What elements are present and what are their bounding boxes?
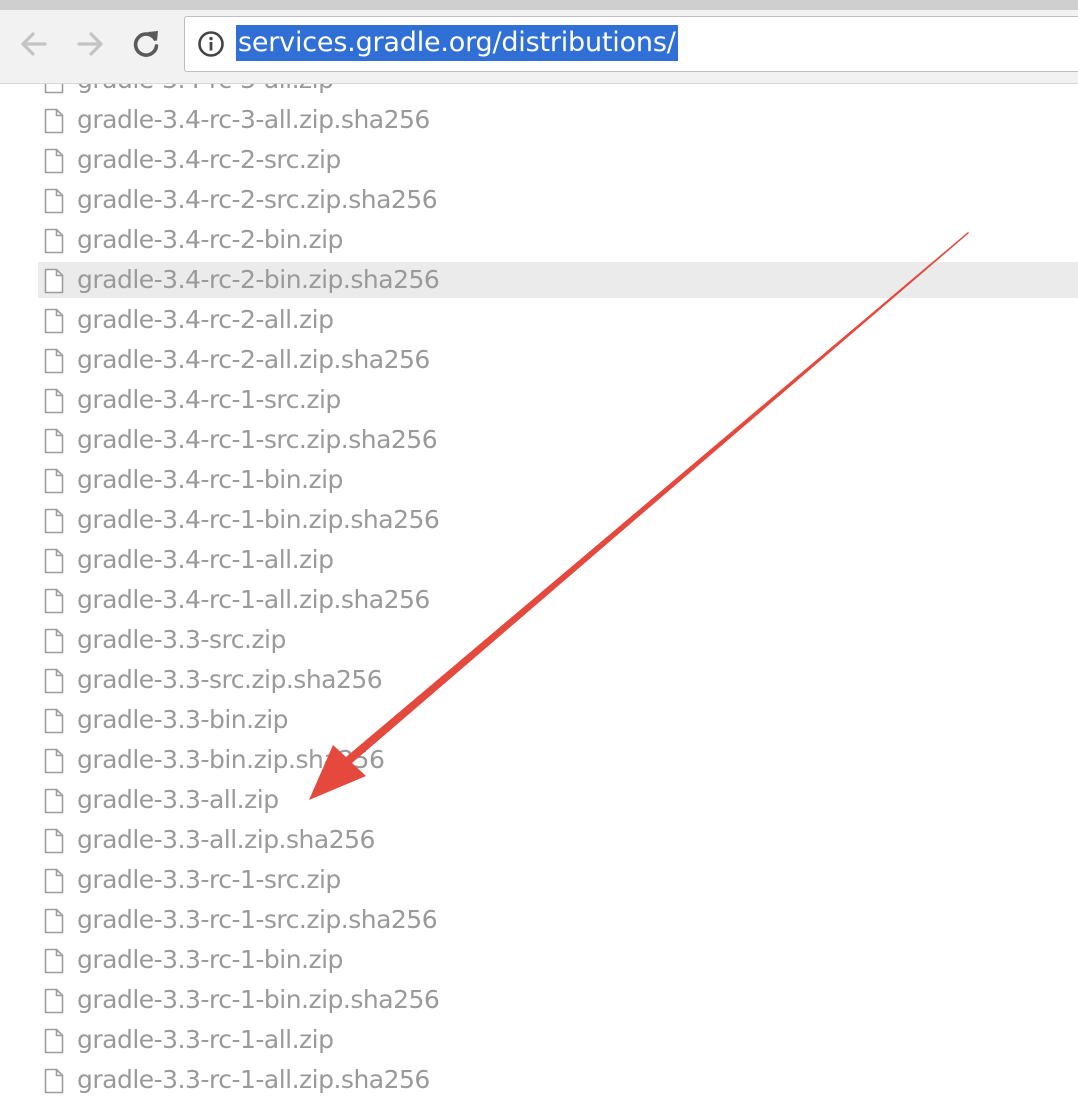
file-icon xyxy=(44,908,64,934)
file-row[interactable]: gradle-3.3-rc-1-src.zip.sha256 xyxy=(0,900,1078,940)
file-icon xyxy=(44,828,64,854)
file-icon xyxy=(44,468,64,494)
back-button[interactable] xyxy=(14,24,54,64)
file-row[interactable]: gradle-3.3-all.zip.sha256 xyxy=(0,820,1078,860)
file-icon xyxy=(44,668,64,694)
file-row[interactable]: gradle-3.4-rc-2-src.zip.sha256 xyxy=(0,180,1078,220)
file-link[interactable]: gradle-3.4-rc-1-bin.zip xyxy=(77,464,343,496)
file-icon xyxy=(44,788,64,814)
file-icon xyxy=(44,708,64,734)
file-icon xyxy=(44,1068,64,1094)
file-link[interactable]: gradle-3.4-rc-1-all.zip xyxy=(77,544,334,576)
file-link[interactable]: gradle-3.3-all.zip xyxy=(77,784,279,816)
url-text[interactable]: services.gradle.org/distributions/ xyxy=(236,25,678,61)
file-icon xyxy=(44,308,64,334)
file-icon xyxy=(44,84,64,94)
reload-icon xyxy=(133,31,159,57)
file-row[interactable]: gradle-3.3-src.zip xyxy=(0,620,1078,660)
file-icon xyxy=(44,628,64,654)
file-link[interactable]: gradle-3.3-bin.zip xyxy=(77,704,289,736)
file-icon xyxy=(44,588,64,614)
file-row[interactable]: gradle-3.3-bin.zip.sha256 xyxy=(0,740,1078,780)
file-row[interactable]: gradle-3.4-rc-3-all.zip xyxy=(0,84,1078,100)
file-link[interactable]: gradle-3.3-rc-1-src.zip.sha256 xyxy=(77,904,438,936)
file-icon xyxy=(44,228,64,254)
file-link[interactable]: gradle-3.4-rc-1-src.zip xyxy=(77,384,341,416)
file-link[interactable]: gradle-3.4-rc-2-all.zip xyxy=(77,304,334,336)
file-link[interactable]: gradle-3.4-rc-2-bin.zip.sha256 xyxy=(77,264,440,296)
file-row[interactable]: gradle-3.4-rc-1-bin.zip xyxy=(0,460,1078,500)
file-link[interactable]: gradle-3.3-rc-1-bin.zip.sha256 xyxy=(77,984,440,1016)
file-icon xyxy=(44,388,64,414)
file-row[interactable]: gradle-3.4-rc-2-all.zip xyxy=(0,300,1078,340)
file-row[interactable]: gradle-3.3-rc-1-all.zip xyxy=(0,1020,1078,1060)
file-row[interactable]: gradle-3.3-bin.zip xyxy=(0,700,1078,740)
file-row[interactable]: gradle-3.3-rc-1-src.zip xyxy=(0,860,1078,900)
file-row[interactable]: gradle-3.3-rc-1-all.zip.sha256 xyxy=(0,1060,1078,1100)
forward-button[interactable] xyxy=(70,24,110,64)
file-icon xyxy=(44,108,64,134)
file-row[interactable]: gradle-3.4-rc-3-all.zip.sha256 xyxy=(0,100,1078,140)
file-link[interactable]: gradle-3.3-src.zip xyxy=(77,624,286,656)
address-bar[interactable]: services.gradle.org/distributions/ xyxy=(184,16,1078,72)
file-icon xyxy=(44,188,64,214)
file-icon xyxy=(44,268,64,294)
file-link[interactable]: gradle-3.4-rc-2-src.zip xyxy=(77,144,341,176)
file-icon xyxy=(44,548,64,574)
file-link[interactable]: gradle-3.4-rc-1-all.zip.sha256 xyxy=(77,584,430,616)
file-link[interactable]: gradle-3.3-rc-1-bin.zip xyxy=(77,944,343,976)
file-link[interactable]: gradle-3.4-rc-2-bin.zip xyxy=(77,224,343,256)
file-row[interactable]: gradle-3.4-rc-1-src.zip.sha256 xyxy=(0,420,1078,460)
file-link[interactable]: gradle-3.3-rc-1-all.zip xyxy=(77,1024,334,1056)
file-listing: gradle-3.4-rc-3-all.zip gradle-3.4-rc-3-a… xyxy=(0,84,1078,1100)
file-icon xyxy=(44,148,64,174)
file-row[interactable]: gradle-3.4-rc-2-bin.zip xyxy=(0,220,1078,260)
file-row[interactable]: gradle-3.3-rc-1-bin.zip.sha256 xyxy=(0,980,1078,1020)
file-icon xyxy=(44,508,64,534)
file-link[interactable]: gradle-3.3-rc-1-all.zip.sha256 xyxy=(77,1064,430,1096)
file-row[interactable]: gradle-3.4-rc-1-src.zip xyxy=(0,380,1078,420)
reload-button[interactable] xyxy=(126,24,166,64)
file-row[interactable]: gradle-3.4-rc-2-bin.zip.sha256 xyxy=(0,260,1078,300)
file-link[interactable]: gradle-3.3-bin.zip.sha256 xyxy=(77,744,385,776)
file-rows: gradle-3.4-rc-3-all.zip gradle-3.4-rc-3-a… xyxy=(0,84,1078,1100)
file-icon xyxy=(44,428,64,454)
file-icon xyxy=(44,748,64,774)
file-icon xyxy=(44,948,64,974)
file-icon xyxy=(44,868,64,894)
file-link[interactable]: gradle-3.4-rc-1-src.zip.sha256 xyxy=(77,424,438,456)
file-row[interactable]: gradle-3.4-rc-2-src.zip xyxy=(0,140,1078,180)
file-link[interactable]: gradle-3.4-rc-3-all.zip.sha256 xyxy=(77,104,430,136)
file-row[interactable]: gradle-3.4-rc-1-bin.zip.sha256 xyxy=(0,500,1078,540)
file-row[interactable]: gradle-3.4-rc-1-all.zip xyxy=(0,540,1078,580)
file-icon xyxy=(44,988,64,1014)
file-row[interactable]: gradle-3.4-rc-1-all.zip.sha256 xyxy=(0,580,1078,620)
file-link[interactable]: gradle-3.3-all.zip.sha256 xyxy=(77,824,375,856)
file-row[interactable]: gradle-3.3-all.zip xyxy=(0,780,1078,820)
file-link[interactable]: gradle-3.3-rc-1-src.zip xyxy=(77,864,341,896)
arrow-right-icon xyxy=(77,32,103,56)
file-link[interactable]: gradle-3.4-rc-2-src.zip.sha256 xyxy=(77,184,438,216)
arrow-left-icon xyxy=(21,32,47,56)
file-row[interactable]: gradle-3.3-src.zip.sha256 xyxy=(0,660,1078,700)
file-link[interactable]: gradle-3.4-rc-1-bin.zip.sha256 xyxy=(77,504,440,536)
file-row[interactable]: gradle-3.3-rc-1-bin.zip xyxy=(0,940,1078,980)
file-link[interactable]: gradle-3.4-rc-3-all.zip xyxy=(77,84,334,96)
file-link[interactable]: gradle-3.4-rc-2-all.zip.sha256 xyxy=(77,344,430,376)
file-link[interactable]: gradle-3.3-src.zip.sha256 xyxy=(77,664,383,696)
file-icon xyxy=(44,348,64,374)
file-icon xyxy=(44,1028,64,1054)
file-row[interactable]: gradle-3.4-rc-2-all.zip.sha256 xyxy=(0,340,1078,380)
info-circle-icon[interactable] xyxy=(197,30,225,58)
browser-toolbar: services.gradle.org/distributions/ xyxy=(0,0,1078,84)
